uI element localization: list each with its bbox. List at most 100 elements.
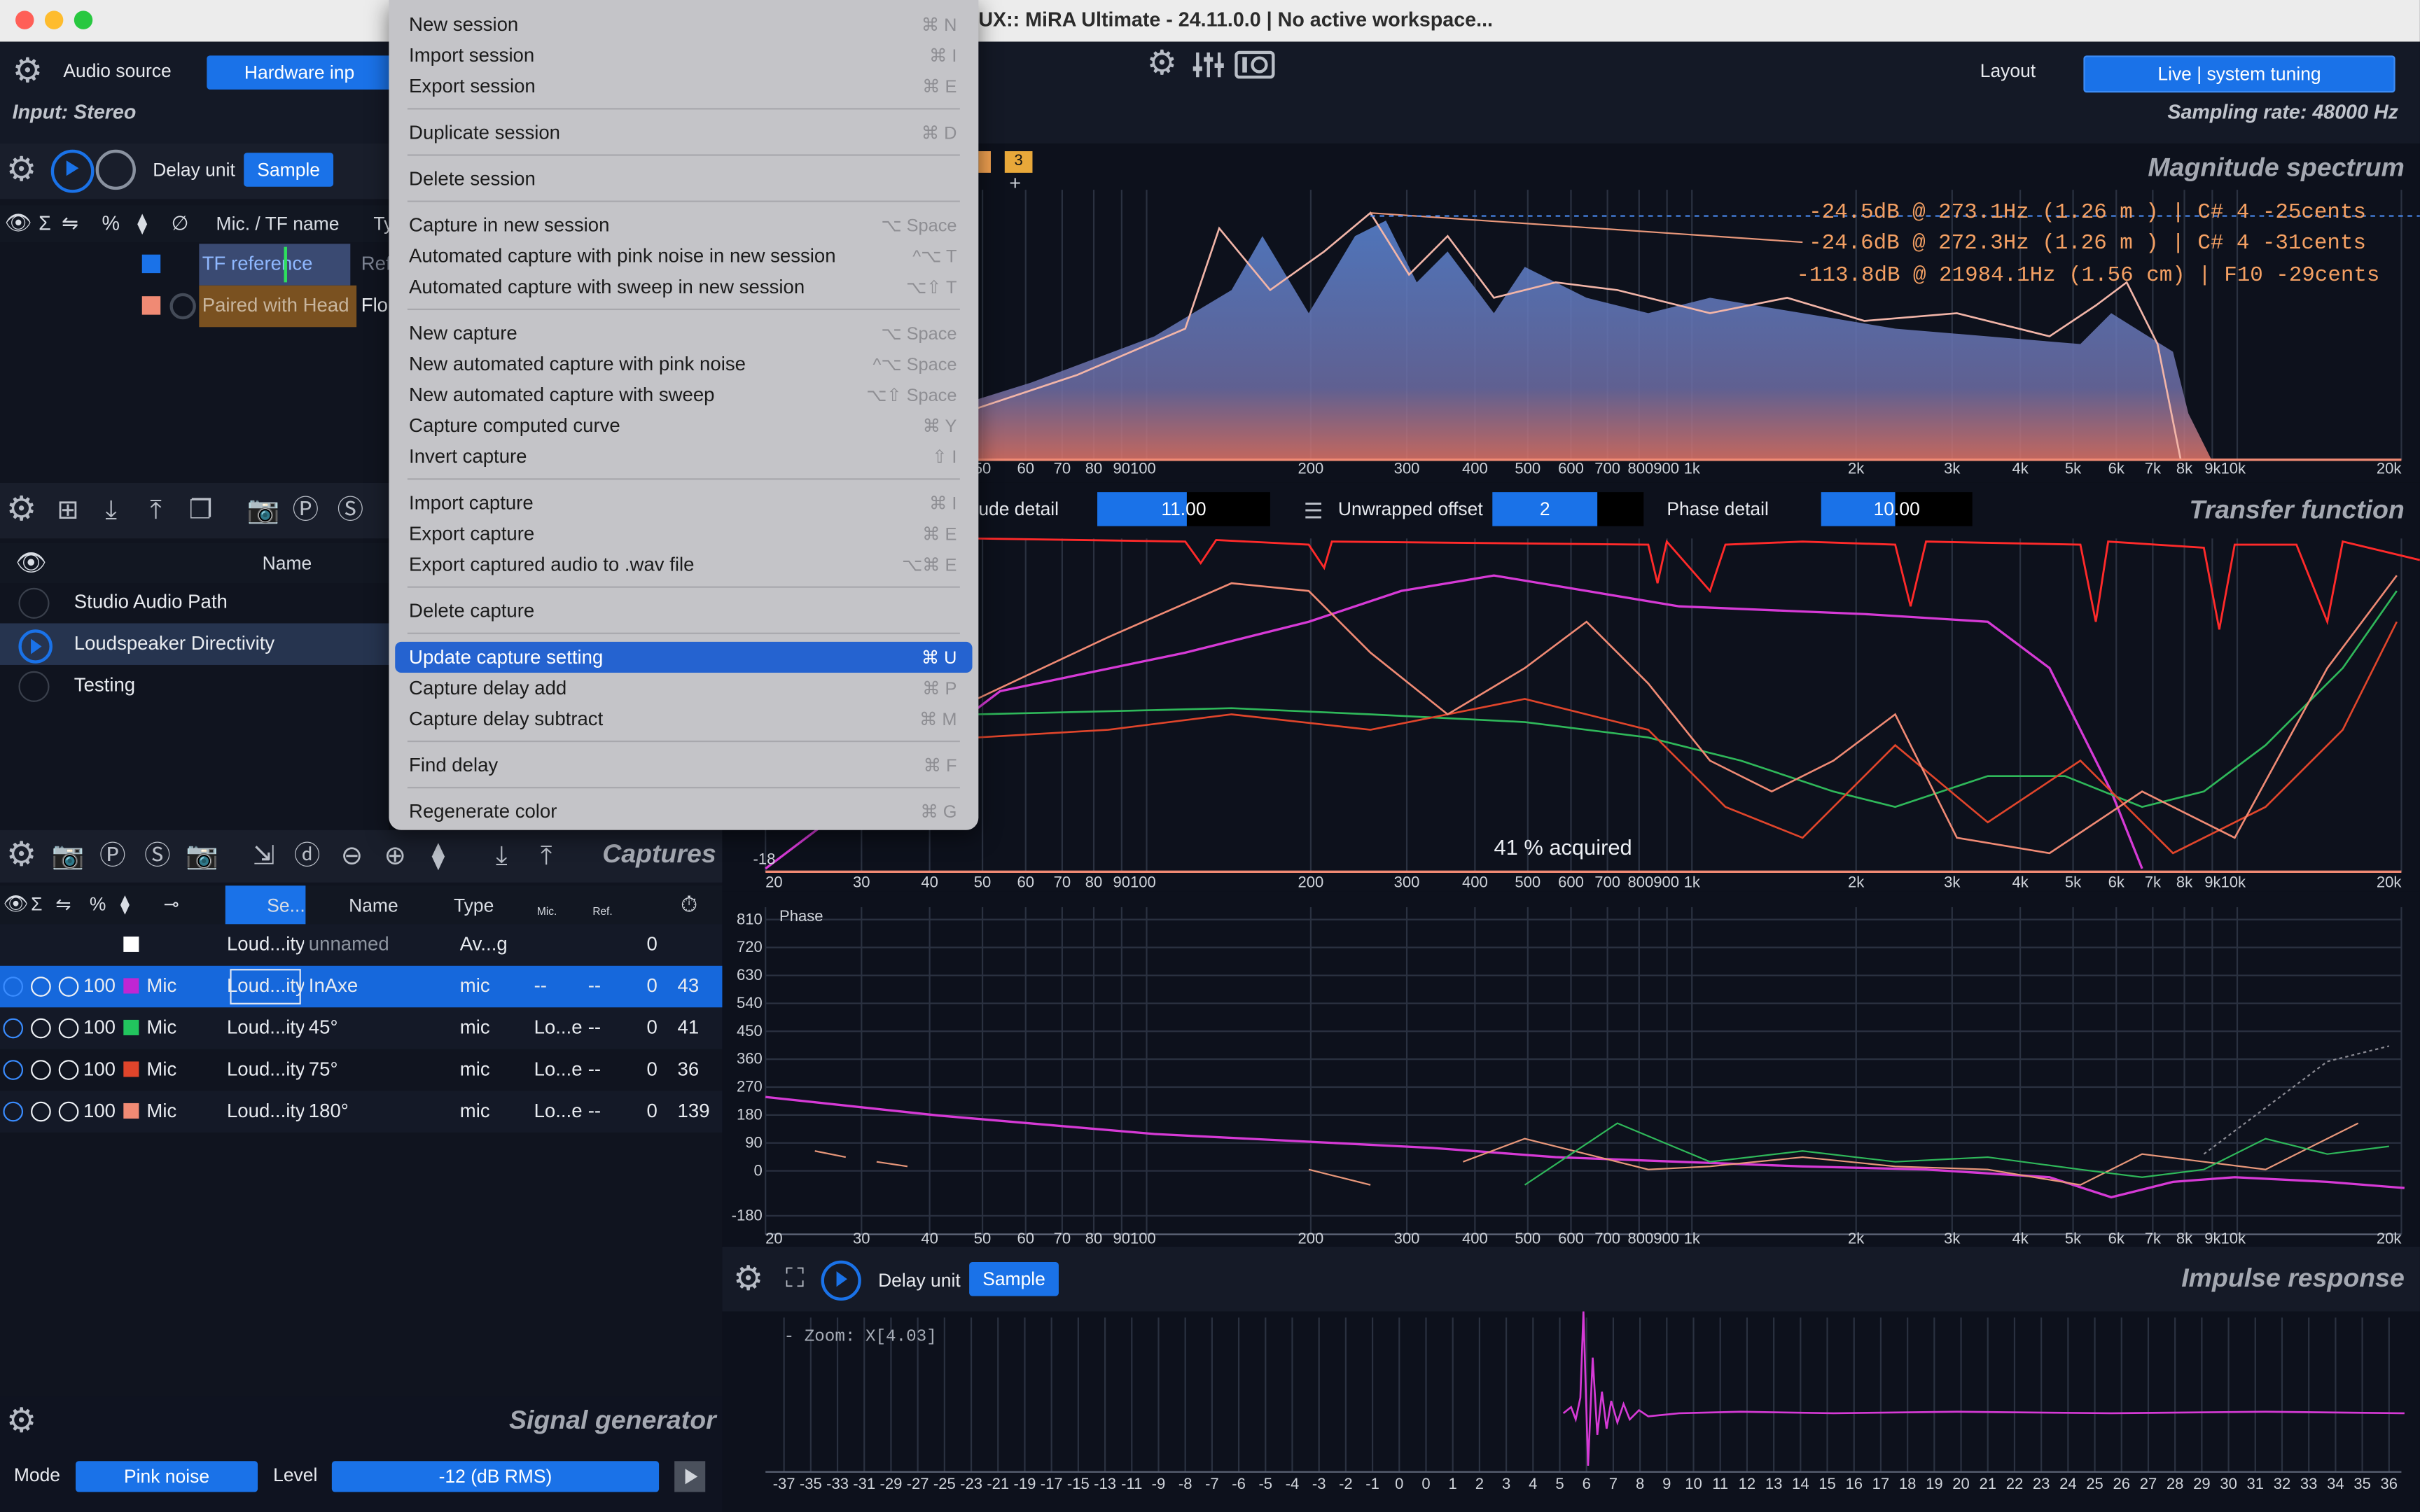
waveform-icon[interactable]: [95, 149, 136, 190]
capture-camera-icon[interactable]: 📷: [51, 841, 85, 872]
menu-item[interactable]: Automated capture with sweep in new sess…: [395, 272, 972, 302]
menu-item[interactable]: Import capture ⌘ I: [395, 487, 972, 518]
menu-item[interactable]: Delete capture: [395, 596, 972, 626]
sweep-capture-icon[interactable]: Ⓢ: [335, 496, 366, 526]
capture-solo-icon[interactable]: [31, 1018, 51, 1039]
tf-radio[interactable]: [169, 293, 196, 320]
menu-item[interactable]: Capture delay subtract ⌘ M: [395, 704, 972, 734]
capture-target-icon[interactable]: [58, 976, 79, 997]
pink-noise-capture-icon[interactable]: Ⓟ: [290, 496, 321, 526]
tf-col-name[interactable]: Mic. / TF name: [216, 213, 340, 234]
tf-row[interactable]: TF reference Ref: [0, 244, 389, 286]
captures-percent-icon[interactable]: %: [90, 893, 106, 915]
session-play-icon[interactable]: [18, 587, 50, 619]
sessions-col-name[interactable]: Name: [263, 552, 312, 574]
tf-color-swatch[interactable]: [141, 254, 161, 274]
session-row[interactable]: Loudspeaker Directivity: [0, 623, 389, 665]
impulse-delay-unit-button[interactable]: Sample: [969, 1261, 1059, 1296]
menu-item[interactable]: Duplicate session ⌘ D: [395, 118, 972, 148]
capture-play-icon[interactable]: [3, 1018, 24, 1039]
filter-cursor-icon[interactable]: ⇲: [247, 841, 281, 872]
audio-source-gear-icon[interactable]: ⚙: [13, 53, 43, 88]
capture-color-swatch[interactable]: [123, 936, 139, 952]
tf-name[interactable]: Paired with Head: [199, 285, 357, 328]
captures-col-mic[interactable]: Mic.: [537, 907, 557, 918]
sessions-eye-icon[interactable]: 👁: [15, 547, 47, 578]
capture-color-swatch[interactable]: [123, 1019, 139, 1035]
tf-color-swatch[interactable]: [141, 296, 161, 315]
capture-color-swatch[interactable]: [123, 1061, 139, 1077]
menu-item[interactable]: Import session ⌘ I: [395, 40, 972, 71]
import-session-icon[interactable]: ⤓: [96, 496, 127, 526]
close-window-button[interactable]: [15, 10, 34, 29]
menu-item[interactable]: Regenerate color ⌘ G: [395, 796, 972, 827]
new-session-icon[interactable]: ⊞: [53, 496, 83, 526]
hardware-input-button[interactable]: Hardware inp: [207, 55, 392, 90]
menu-item[interactable]: Capture in new session ⌥ Space: [395, 210, 972, 241]
menu-item[interactable]: Export captured audio to .wav file ⌥⌘ E: [395, 550, 972, 580]
capture-row[interactable]: 100 Mic Loud...ity 180° mic Lo...e -- 0 139: [0, 1091, 723, 1133]
menu-item[interactable]: New automated capture with sweep ⌥⇧ Space: [395, 379, 972, 410]
phase-plot[interactable]: Phase 20 30 40 50 60 70 80 90100 200 300 400 500 600…: [722, 892, 2419, 1247]
delay-subtract-icon[interactable]: ⊖: [335, 841, 368, 872]
session-play-icon[interactable]: [18, 671, 50, 702]
capture-play-icon[interactable]: [3, 1060, 24, 1080]
menu-item[interactable]: Export session ⌘ E: [395, 71, 972, 102]
capture-pink-noise-icon[interactable]: Ⓟ: [96, 841, 130, 872]
captures-eye-icon[interactable]: 👁: [3, 892, 28, 916]
capture-play-icon[interactable]: [3, 976, 24, 997]
layout-select[interactable]: Live | system tuning: [2083, 55, 2395, 93]
menu-item[interactable]: Export capture ⌘ E: [395, 519, 972, 550]
capture-target-icon[interactable]: [58, 1101, 79, 1122]
impulse-live-icon[interactable]: [821, 1260, 861, 1301]
session-name[interactable]: Testing: [74, 665, 135, 707]
menu-item[interactable]: Capture computed curve ⌘ Y: [395, 410, 972, 441]
delay-add-icon[interactable]: ⊕: [378, 841, 412, 872]
find-delay-icon[interactable]: ⓓ: [290, 841, 324, 872]
tf-name[interactable]: TF reference: [199, 244, 351, 286]
session-name[interactable]: Studio Audio Path: [74, 582, 228, 624]
menu-item[interactable]: Invert capture ⇧ I: [395, 441, 972, 472]
visibility-eye-icon[interactable]: 👁: [5, 210, 32, 236]
io-icon[interactable]: [1235, 50, 1275, 88]
settings-gear-icon[interactable]: ⚙: [1147, 46, 1177, 80]
impulse-plot[interactable]: - Zoom: X[4.03] -37 -35 -33 -31 -29 -27 -25 -23…: [722, 1311, 2419, 1512]
capture-play-icon[interactable]: [3, 1101, 24, 1122]
capture-target-icon[interactable]: [58, 1018, 79, 1039]
capture-solo-icon[interactable]: [31, 1101, 51, 1122]
capture-row[interactable]: 100 Mic Loud...ity 75° mic Lo...e -- 0 36: [0, 1049, 722, 1091]
capture-target-icon[interactable]: [58, 1060, 79, 1080]
capture-sweep-icon[interactable]: Ⓢ: [141, 841, 174, 872]
regenerate-color-icon[interactable]: ⧫: [422, 841, 455, 872]
signal-generator-gear-icon[interactable]: ⚙: [6, 1404, 36, 1438]
capture-row[interactable]: 100 Mic Loud...ity InAxe mic -- -- 0 43: [0, 965, 723, 1008]
impulse-gear-icon[interactable]: ⚙: [733, 1261, 763, 1296]
captures-routing-icon[interactable]: ⇋: [55, 893, 71, 915]
captures-bucket-icon[interactable]: ⧫: [120, 893, 130, 915]
session-name[interactable]: Loudspeaker Directivity: [74, 623, 274, 665]
camera-icon[interactable]: 📷: [247, 496, 280, 526]
capture-row[interactable]: 100 Mic Loud...ity 45° mic Lo...e -- 0 41: [0, 1007, 723, 1049]
menu-item[interactable]: Find delay ⌘ F: [395, 750, 972, 780]
duplicate-session-icon[interactable]: ❐: [185, 496, 216, 526]
capture-row[interactable]: Loud...ityunnamed Av...ge 0: [0, 924, 723, 966]
capture-color-swatch[interactable]: [123, 1102, 139, 1119]
export-session-icon[interactable]: ⤒: [141, 496, 172, 526]
captures-gear-icon[interactable]: ⚙: [6, 837, 36, 872]
menu-item[interactable]: New capture ⌥ Space: [395, 318, 972, 349]
live-play-icon[interactable]: [50, 149, 95, 193]
captures-clock-icon[interactable]: ⏱: [681, 892, 697, 918]
tf-delay-unit-button[interactable]: Sample: [244, 153, 334, 187]
sum-icon[interactable]: Σ: [39, 211, 51, 234]
menu-item[interactable]: Update capture setting ⌘ U: [395, 641, 973, 673]
menu-item[interactable]: Capture delay add ⌘ P: [395, 673, 972, 704]
tf-gear-icon[interactable]: ⚙: [6, 152, 36, 186]
menu-item[interactable]: Delete session: [395, 164, 972, 195]
play-generator-button[interactable]: [674, 1461, 706, 1492]
import-capture-icon[interactable]: ⤓: [485, 841, 518, 872]
paint-bucket-icon[interactable]: ⧫: [137, 211, 147, 236]
captures-mic-icon[interactable]: ⊸: [164, 893, 179, 915]
sessions-gear-icon[interactable]: ⚙: [6, 491, 36, 526]
empty-set-icon[interactable]: ∅: [172, 211, 189, 236]
captures-col-type[interactable]: Type: [454, 895, 494, 916]
